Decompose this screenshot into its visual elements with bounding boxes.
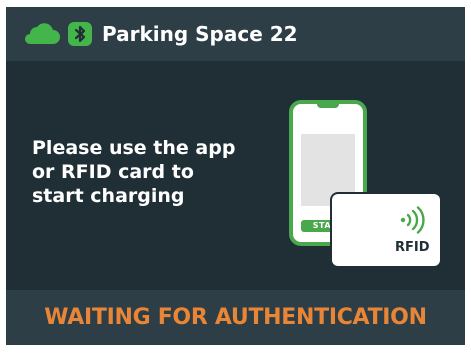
instruction-line: or RFID card to xyxy=(32,161,194,183)
status-text: WAITING FOR AUTHENTICATION xyxy=(44,305,427,330)
instruction-text: Please use the app or RFID card to start… xyxy=(32,136,262,208)
instruction-line: Please use the app xyxy=(32,137,236,159)
rfid-label: RFID xyxy=(395,240,430,255)
header-title: Parking Space 22 xyxy=(102,22,298,46)
instruction-line: start charging xyxy=(32,185,185,207)
status-bar: WAITING FOR AUTHENTICATION xyxy=(6,290,465,345)
rfid-card-illustration: RFID xyxy=(332,194,440,266)
bluetooth-icon xyxy=(68,22,92,46)
header-bar: Parking Space 22 xyxy=(6,7,465,61)
phone-notch xyxy=(317,103,339,108)
cloud-icon xyxy=(21,22,61,46)
charger-display: Parking Space 22 Please use the app or R… xyxy=(6,7,465,345)
contactless-icon xyxy=(398,206,428,234)
